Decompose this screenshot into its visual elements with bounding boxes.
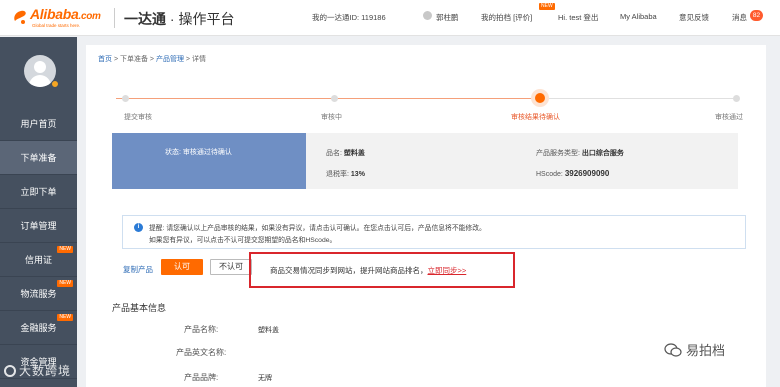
field-label-english-name: 产品英文名称:: [176, 348, 227, 357]
greeting-logout[interactable]: Hi. test 登出: [558, 12, 598, 23]
breadcrumb-current: > 详情: [183, 56, 206, 63]
sidebar-item-logistics[interactable]: 物流服务 NEW: [0, 277, 77, 311]
watermark-right-text: 易拍档: [686, 343, 726, 358]
notice-box: i 提醒: 请您确认以上产品审核的结果，如果没有异议，请点击认可确认。在您点击认…: [122, 215, 746, 249]
avatar-head: [34, 61, 46, 73]
notice-line-1: 提醒: 请您确认以上产品审核的结果，如果没有异议，请点击认可确认。在您点击认可后…: [149, 225, 486, 232]
breadcrumb-product-mgmt[interactable]: 产品管理: [156, 56, 184, 63]
watermark-left-text: 大数跨境: [19, 364, 72, 378]
progress-track-done: [116, 98, 540, 99]
sidebar-item-letter-of-credit[interactable]: 信用证 NEW: [0, 243, 77, 277]
field-value-product-name: 塑料盖: [258, 327, 279, 334]
avatar-body: [29, 75, 51, 87]
sidebar-item-finance[interactable]: 金融服务 NEW: [0, 311, 77, 345]
service-type-info: 产品服务类型: 出口综合服务: [536, 148, 624, 158]
accept-button[interactable]: 认可: [161, 259, 203, 275]
avatar-badge-icon: [51, 80, 59, 88]
logo-divider: [114, 8, 115, 28]
platform-title-bold: 一达通: [124, 11, 166, 27]
tax-refund-info: 退税率: 13%: [326, 169, 365, 179]
sidebar-item-label: 金融服务: [20, 323, 57, 333]
platform-title-rest: · 操作平台: [166, 11, 235, 27]
logo-text: Alibaba: [30, 6, 79, 22]
sidebar-item-order-mgmt[interactable]: 订单管理: [0, 209, 77, 243]
step-dot: [733, 95, 740, 102]
step-label: 审核通过: [715, 114, 743, 121]
messages-link[interactable]: 消息: [732, 12, 747, 23]
notice-line-2: 如果您有异议，可以点击不认可提交您期望的品名和HScode。: [149, 237, 337, 244]
info-icon: i: [134, 223, 143, 232]
watermark-right: 易拍档: [664, 340, 725, 359]
sync-text: 商品交易情况同步到网站，提升网站商品排名，: [270, 266, 428, 275]
service-type-label: 产品服务类型:: [536, 150, 580, 157]
hscode-label: HScode:: [536, 171, 563, 178]
logo-slogan: Global trade starts here.: [32, 23, 81, 28]
step-label: 审核中: [321, 114, 342, 121]
watermark-logo-icon: [4, 365, 16, 377]
hscode-info: HScode: 3926909090: [536, 169, 609, 178]
sidebar-new-badge: NEW: [57, 314, 73, 321]
yidatong-id: 我的一达通ID: 119186: [312, 13, 386, 22]
field-value-brand: 无牌: [258, 375, 272, 382]
product-name-value: 塑料盖: [343, 150, 365, 157]
tax-refund-value: 13%: [350, 171, 365, 178]
main-content: 首页 > 下单准备 > 产品管理 > 详情 提交审核 审核中 审核结果待确认 审…: [86, 45, 766, 387]
sidebar-item-label: 下单准备: [20, 153, 57, 163]
feedback-link[interactable]: 意见反馈: [679, 12, 709, 23]
sync-message: 商品交易情况同步到网站，提升网站商品排名，立即同步>>: [270, 265, 466, 276]
copy-product-link[interactable]: 复制产品: [123, 264, 153, 275]
field-label-brand: 产品品牌:: [184, 373, 219, 382]
platform-title: 一达通 · 操作平台: [124, 9, 234, 29]
product-name-label: 品名:: [326, 150, 342, 157]
reject-button[interactable]: 不认可: [210, 259, 252, 275]
breadcrumb-home[interactable]: 首页: [98, 56, 112, 63]
sidebar-item-label: 用户首页: [20, 119, 57, 129]
tax-refund-label: 退税率:: [326, 171, 349, 178]
step-dot: [331, 95, 338, 102]
status-indicator: 状态: 审核通过待确认: [112, 133, 306, 189]
step-dot-current: [535, 93, 545, 103]
step-label-current: 审核结果待确认: [511, 114, 560, 121]
new-badge: NEW: [539, 3, 555, 10]
user-avatar-icon: [423, 11, 432, 20]
watermark-left: 大数跨境: [4, 362, 71, 379]
sidebar: 用户首页 下单准备 立即下单 订单管理 信用证 NEW 物流服务 NEW 金融服务 N…: [0, 37, 77, 387]
status-panel: 状态: 审核通过待确认 品名: 塑料盖 退税率: 13% 产品服务类型: 出口综…: [112, 133, 738, 189]
top-bar: Alibaba.com Global trade starts here. 一达…: [0, 0, 780, 36]
alibaba-logo-icon: [14, 10, 26, 24]
user-name-link[interactable]: 郭柱鹏: [436, 12, 459, 23]
product-name-info: 品名: 塑料盖: [326, 148, 365, 158]
sidebar-item-home[interactable]: 用户首页: [0, 107, 77, 141]
field-label-product-name: 产品名称:: [184, 325, 219, 334]
step-dot: [122, 95, 129, 102]
sync-now-link[interactable]: 立即同步>>: [428, 266, 467, 275]
logo-suffix: .com: [78, 11, 101, 22]
sidebar-item-label: 物流服务: [20, 289, 57, 299]
sidebar-new-badge: NEW: [57, 280, 73, 287]
sidebar-item-label: 订单管理: [20, 221, 57, 231]
sync-highlight-box: 商品交易情况同步到网站，提升网站商品排名，立即同步>>: [249, 252, 515, 288]
breadcrumb-sep: > 下单准备 >: [112, 56, 156, 63]
status-text: 状态: 审核通过待确认: [165, 149, 232, 156]
my-alibaba-link[interactable]: My Alibaba: [620, 12, 657, 21]
sidebar-item-label: 信用证: [24, 255, 52, 265]
service-type-value: 出口综合服务: [581, 150, 624, 157]
sidebar-new-badge: NEW: [57, 246, 73, 253]
section-title: 产品基本信息: [112, 303, 167, 313]
hscode-value: 3926909090: [564, 169, 610, 178]
sidebar-item-order-prep[interactable]: 下单准备: [0, 141, 77, 175]
step-label: 提交审核: [124, 114, 152, 121]
my-auction-link[interactable]: 我的拍档 [评价]: [481, 12, 532, 23]
sidebar-item-label: 立即下单: [20, 187, 57, 197]
wechat-icon: [664, 343, 682, 357]
message-count-badge: 82: [750, 10, 763, 21]
sidebar-item-place-order[interactable]: 立即下单: [0, 175, 77, 209]
breadcrumb: 首页 > 下单准备 > 产品管理 > 详情: [98, 54, 206, 64]
